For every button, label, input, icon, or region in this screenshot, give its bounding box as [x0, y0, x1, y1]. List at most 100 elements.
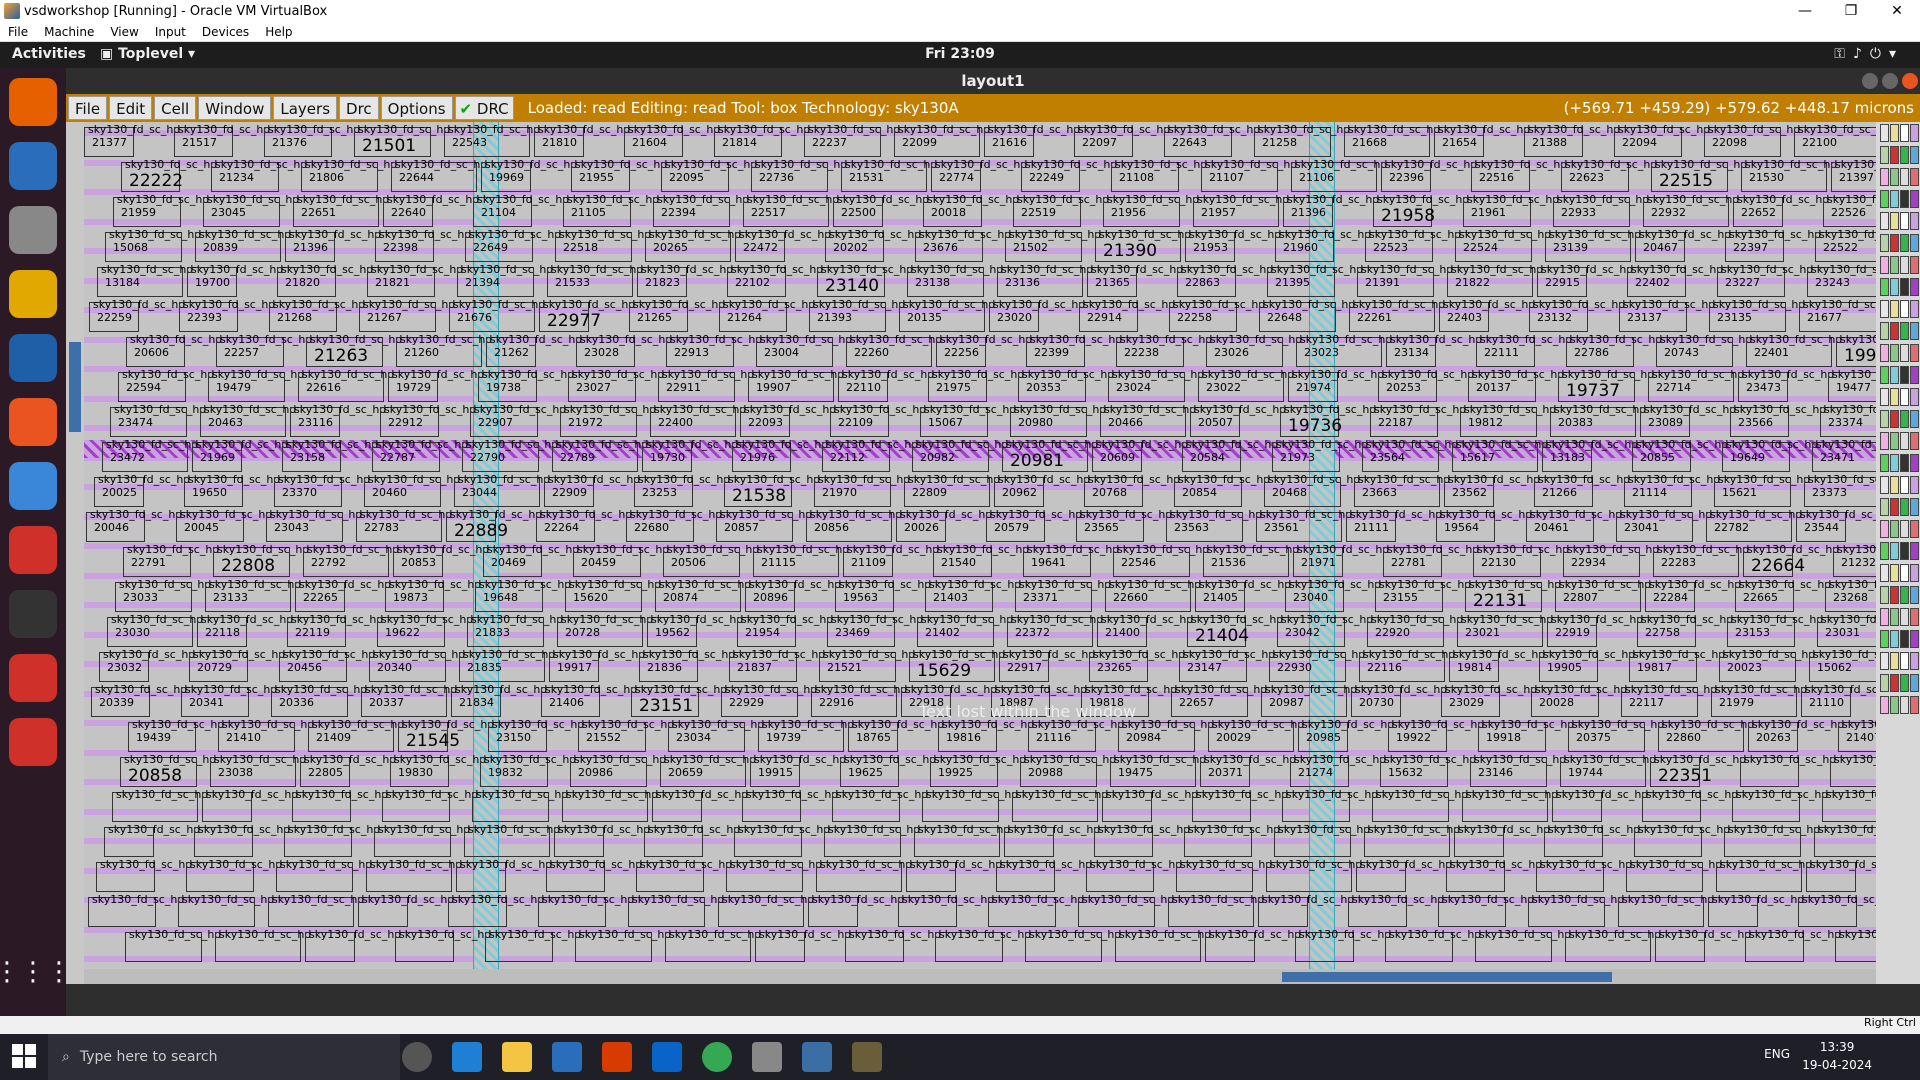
- layout-canvas[interactable]: 21377 sky130_fd_sc_hd 21517 sky130_fd_sc_hd…: [84, 122, 1876, 969]
- layer-swatch[interactable]: [1910, 696, 1919, 714]
- layer-swatch[interactable]: [1880, 366, 1889, 384]
- layer-swatch[interactable]: [1910, 124, 1919, 142]
- activities-button[interactable]: Activities: [12, 46, 86, 62]
- layer-swatch[interactable]: [1910, 322, 1919, 340]
- layer-swatch[interactable]: [1900, 366, 1909, 384]
- maximize-icon[interactable]: [1882, 73, 1898, 89]
- layer-swatch[interactable]: [1890, 410, 1899, 428]
- layer-swatch[interactable]: [1880, 674, 1889, 692]
- layer-swatch[interactable]: [1880, 124, 1889, 142]
- layer-swatch[interactable]: [1880, 542, 1889, 560]
- layer-swatch[interactable]: [1890, 124, 1899, 142]
- layer-swatch[interactable]: [1900, 344, 1909, 362]
- layer-swatch[interactable]: [1910, 542, 1919, 560]
- layer-swatch[interactable]: [1880, 630, 1889, 648]
- minimize-button[interactable]: —: [1782, 3, 1828, 19]
- layer-swatch[interactable]: [1910, 234, 1919, 252]
- office-icon[interactable]: [602, 1042, 632, 1072]
- layer-swatch[interactable]: [1910, 454, 1919, 472]
- menu-help[interactable]: Help: [257, 25, 300, 39]
- files-icon[interactable]: [9, 206, 57, 254]
- layer-swatch[interactable]: [1900, 586, 1909, 604]
- layer-swatch[interactable]: [1880, 432, 1889, 450]
- magic-menu-cell[interactable]: Cell: [154, 96, 197, 120]
- layer-swatch[interactable]: [1910, 300, 1919, 318]
- layer-swatch[interactable]: [1910, 476, 1919, 494]
- layer-swatch[interactable]: [1910, 256, 1919, 274]
- layer-swatch[interactable]: [1900, 388, 1909, 406]
- app-menu[interactable]: ▣ Toplevel ▾: [100, 46, 195, 62]
- layer-swatch[interactable]: [1880, 146, 1889, 164]
- layer-swatch[interactable]: [1900, 322, 1909, 340]
- layer-swatch[interactable]: [1900, 674, 1909, 692]
- layer-palette[interactable]: [1876, 122, 1920, 984]
- restore-button[interactable]: ❐: [1828, 3, 1874, 19]
- chrome-icon[interactable]: [702, 1042, 732, 1072]
- thunderbird-icon[interactable]: [9, 142, 57, 190]
- mail-icon[interactable]: [652, 1042, 682, 1072]
- language-indicator[interactable]: ENG: [1764, 1047, 1790, 1061]
- layer-swatch[interactable]: [1880, 454, 1889, 472]
- layer-swatch[interactable]: [1880, 256, 1889, 274]
- layer-swatch[interactable]: [1900, 190, 1909, 208]
- layer-swatch[interactable]: [1890, 234, 1899, 252]
- layer-swatch[interactable]: [1900, 432, 1909, 450]
- layer-swatch[interactable]: [1890, 652, 1899, 670]
- layer-swatch[interactable]: [1880, 344, 1889, 362]
- layer-swatch[interactable]: [1900, 124, 1909, 142]
- layer-swatch[interactable]: [1880, 476, 1889, 494]
- layer-swatch[interactable]: [1910, 168, 1919, 186]
- layer-swatch[interactable]: [1910, 146, 1919, 164]
- clock[interactable]: 13:39 19-04-2024: [1802, 1038, 1872, 1074]
- layer-swatch[interactable]: [1900, 630, 1909, 648]
- layer-swatch[interactable]: [1880, 278, 1889, 296]
- help-icon[interactable]: [9, 462, 57, 510]
- layer-swatch[interactable]: [1890, 256, 1899, 274]
- layer-swatch[interactable]: [1910, 498, 1919, 516]
- layer-swatch[interactable]: [1880, 696, 1889, 714]
- layer-swatch[interactable]: [1910, 630, 1919, 648]
- layer-swatch[interactable]: [1910, 652, 1919, 670]
- layer-swatch[interactable]: [1890, 146, 1899, 164]
- layer-swatch[interactable]: [1900, 564, 1909, 582]
- virtualbox-taskbar-icon[interactable]: [802, 1042, 832, 1072]
- layer-swatch[interactable]: [1880, 498, 1889, 516]
- layer-swatch[interactable]: [1890, 190, 1899, 208]
- layer-swatch[interactable]: [1910, 344, 1919, 362]
- layer-swatch[interactable]: [1890, 212, 1899, 230]
- layer-swatch[interactable]: [1910, 212, 1919, 230]
- magic-menu-options[interactable]: Options: [380, 96, 453, 120]
- layer-swatch[interactable]: [1890, 168, 1899, 186]
- layer-swatch[interactable]: [1900, 168, 1909, 186]
- layer-swatch[interactable]: [1910, 586, 1919, 604]
- horizontal-scrollbar[interactable]: [84, 969, 1876, 984]
- cortana-icon[interactable]: [402, 1042, 432, 1072]
- magic-menu-layers[interactable]: Layers: [273, 96, 338, 120]
- edge-icon[interactable]: [452, 1042, 482, 1072]
- layer-swatch[interactable]: [1890, 278, 1899, 296]
- layer-swatch[interactable]: [1900, 498, 1909, 516]
- software-icon[interactable]: [9, 398, 57, 446]
- firefox-icon[interactable]: [9, 78, 57, 126]
- writer-icon[interactable]: [9, 334, 57, 382]
- layer-swatch[interactable]: [1880, 410, 1889, 428]
- layer-swatch[interactable]: [1900, 652, 1909, 670]
- minimize-icon[interactable]: [1862, 73, 1878, 89]
- layer-swatch[interactable]: [1890, 498, 1899, 516]
- menu-devices[interactable]: Devices: [194, 25, 257, 39]
- show-apps-icon[interactable]: ⋮⋮⋮: [0, 948, 72, 996]
- layer-swatch[interactable]: [1890, 608, 1899, 626]
- layer-swatch[interactable]: [1910, 388, 1919, 406]
- close-button[interactable]: ✕: [1874, 3, 1920, 19]
- layer-swatch[interactable]: [1890, 300, 1899, 318]
- layer-swatch[interactable]: [1880, 212, 1889, 230]
- menu-file[interactable]: File: [0, 25, 36, 39]
- layer-swatch[interactable]: [1900, 256, 1909, 274]
- file-explorer-icon[interactable]: [502, 1042, 532, 1072]
- search-box[interactable]: ⌕ Type here to search: [48, 1034, 400, 1080]
- layer-swatch[interactable]: [1910, 674, 1919, 692]
- magic-menu-file[interactable]: File: [68, 96, 108, 120]
- layer-swatch[interactable]: [1880, 234, 1889, 252]
- layer-swatch[interactable]: [1890, 322, 1899, 340]
- layer-swatch[interactable]: [1900, 454, 1909, 472]
